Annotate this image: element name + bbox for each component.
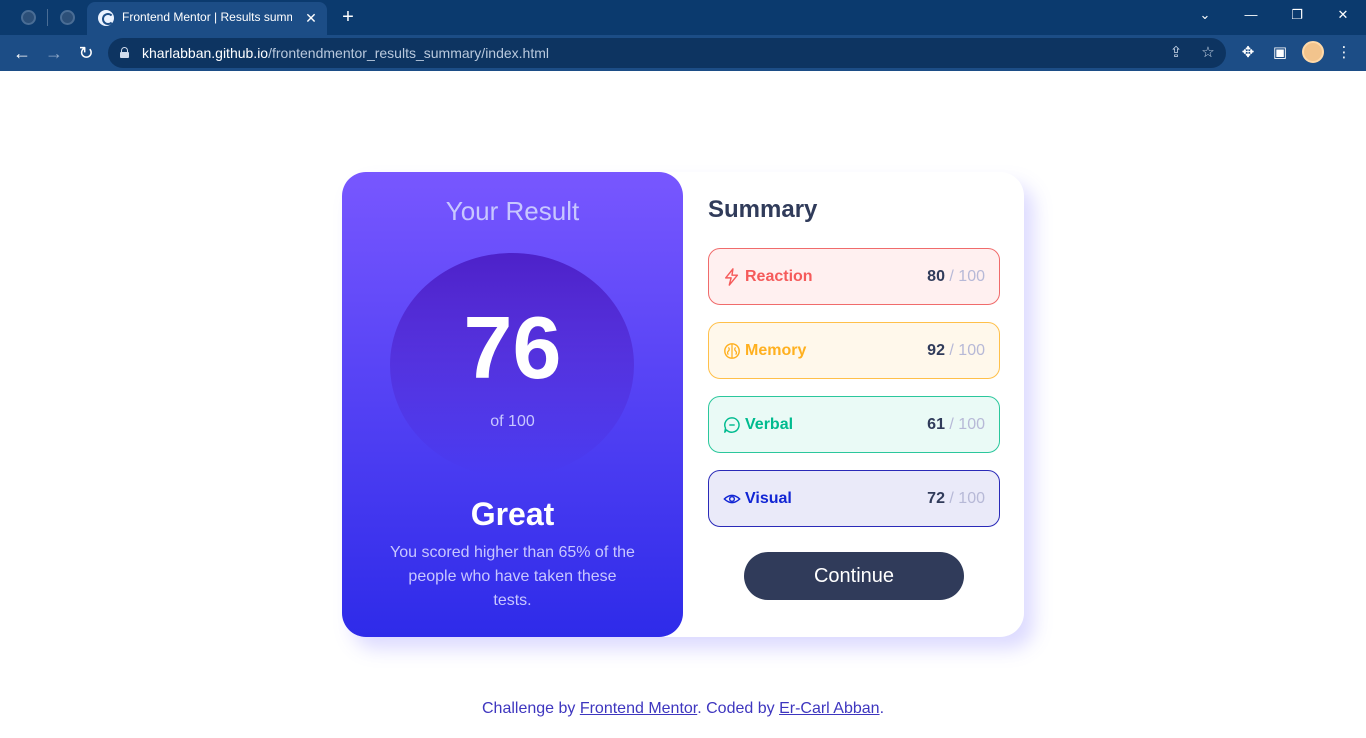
result-panel: Your Result 76 of 100 Great You scored h… xyxy=(342,172,683,637)
frontend-mentor-favicon-icon xyxy=(98,10,114,26)
attribution-suffix: . xyxy=(879,700,885,717)
continue-button[interactable]: Continue xyxy=(744,552,964,600)
brain-icon xyxy=(724,343,740,359)
minimize-window-button[interactable]: — xyxy=(1228,0,1274,30)
chat-bubble-icon xyxy=(724,417,740,433)
score-value: 76 xyxy=(463,298,562,397)
pinned-tab-github-2[interactable] xyxy=(54,6,80,28)
result-grade: Great xyxy=(470,496,555,532)
share-icon[interactable]: ⇪ xyxy=(1165,42,1187,64)
side-panel-icon[interactable]: ▣ xyxy=(1268,41,1292,65)
summary-score-visual: 72 / 100 xyxy=(927,490,985,508)
browser-menu-icon[interactable]: ⋮ xyxy=(1332,41,1356,65)
results-summary-card: Your Result 76 of 100 Great You scored h… xyxy=(342,172,1024,637)
score-max: / 100 xyxy=(944,342,985,359)
summary-row-visual: Visual 72 / 100 xyxy=(708,470,1000,527)
score-number: 92 xyxy=(927,342,945,359)
result-description: You scored higher than 65% of the people… xyxy=(390,544,635,609)
github-icon xyxy=(59,9,75,25)
lightning-icon xyxy=(724,268,739,286)
lock-icon[interactable] xyxy=(120,47,129,58)
new-tab-button[interactable]: + xyxy=(337,6,359,28)
forward-button[interactable]: → xyxy=(42,41,66,65)
pinned-tab-github-1[interactable] xyxy=(15,6,41,28)
url-host: kharlabban.github.io xyxy=(142,45,269,61)
score-max: / 100 xyxy=(944,490,985,507)
restore-window-button[interactable]: ❐ xyxy=(1274,0,1320,30)
summary-label-verbal: Verbal xyxy=(745,416,794,433)
summary-score-memory: 92 / 100 xyxy=(927,342,985,360)
close-tab-icon[interactable]: ✕ xyxy=(301,8,321,28)
url-path: /frontendmentor_results_summary/index.ht… xyxy=(268,45,550,61)
summary-row-memory: Memory 92 / 100 xyxy=(708,322,1000,379)
frontend-mentor-link[interactable]: Frontend Mentor xyxy=(580,700,697,717)
attribution: Challenge by Frontend Mentor. Coded by E… xyxy=(0,700,1366,718)
summary-label-visual: Visual xyxy=(745,490,792,507)
attribution-middle: . Coded by xyxy=(697,700,780,717)
address-bar[interactable]: kharlabban.github.io/frontendmentor_resu… xyxy=(108,38,1226,68)
tab-divider xyxy=(47,9,48,26)
score-max: / 100 xyxy=(944,416,985,433)
score-number: 61 xyxy=(927,416,945,433)
score-max: / 100 xyxy=(944,268,985,285)
summary-title: Summary xyxy=(708,196,818,223)
github-icon xyxy=(20,9,36,25)
profile-avatar[interactable] xyxy=(1302,41,1324,63)
score-number: 80 xyxy=(927,268,945,285)
back-button[interactable]: ← xyxy=(10,41,34,65)
eye-icon xyxy=(723,494,741,504)
summary-row-reaction: Reaction 80 / 100 xyxy=(708,248,1000,305)
close-window-button[interactable]: ✕ xyxy=(1320,0,1366,30)
reload-button[interactable]: ↻ xyxy=(74,41,98,65)
summary-score-verbal: 61 / 100 xyxy=(927,416,985,434)
tab-strip: Frontend Mentor | Results summary compon… xyxy=(0,0,1366,35)
tab-search-chevron-down-icon[interactable]: ⌄ xyxy=(1182,0,1228,30)
url-text[interactable]: kharlabban.github.io/frontendmentor_resu… xyxy=(142,45,549,61)
extensions-puzzle-icon[interactable]: ✥ xyxy=(1236,41,1260,65)
summary-row-verbal: Verbal 61 / 100 xyxy=(708,396,1000,453)
tab-title: Frontend Mentor | Results summary compon… xyxy=(122,10,292,24)
author-link[interactable]: Er-Carl Abban xyxy=(779,700,880,717)
score-number: 72 xyxy=(927,490,945,507)
summary-label-reaction: Reaction xyxy=(745,268,813,285)
address-toolbar: ← → ↻ kharlabban.github.io/frontendmento… xyxy=(0,35,1366,71)
result-heading: Your Result xyxy=(445,196,580,226)
bookmark-star-icon[interactable]: ☆ xyxy=(1197,42,1219,64)
summary-label-memory: Memory xyxy=(745,342,807,359)
attribution-prefix: Challenge by xyxy=(481,700,580,717)
active-tab[interactable]: Frontend Mentor | Results summary compon… xyxy=(87,2,327,35)
score-of-total: of 100 xyxy=(490,413,535,430)
summary-score-reaction: 80 / 100 xyxy=(927,268,985,286)
